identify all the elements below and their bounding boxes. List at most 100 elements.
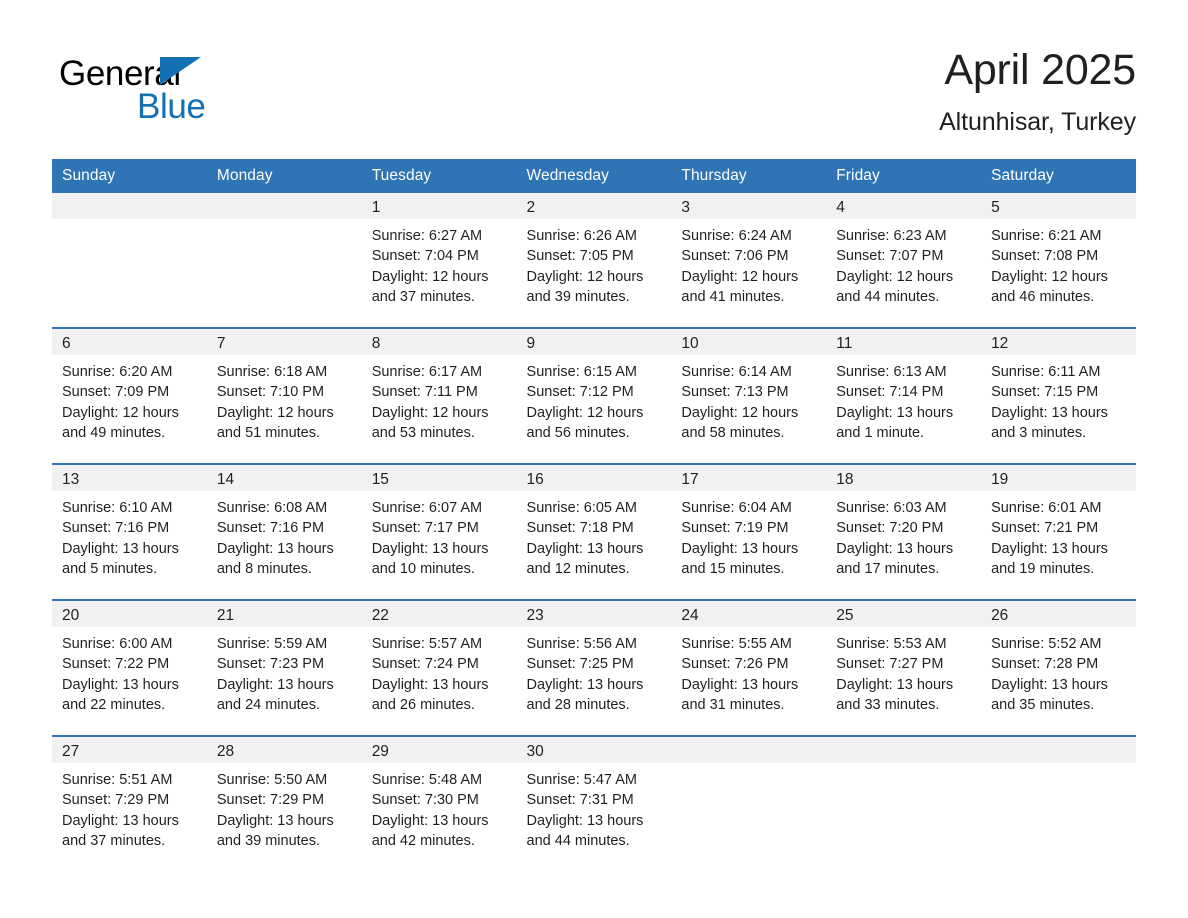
sunrise-text: Sunrise: 6:03 AM bbox=[836, 500, 947, 516]
day-cell[interactable]: 19 Sunrise: 6:01 AM Sunset: 7:21 PM Dayl… bbox=[981, 463, 1136, 600]
sunrise-text: Sunrise: 6:20 AM bbox=[62, 364, 173, 380]
sunrise-text: Sunrise: 6:01 AM bbox=[991, 500, 1102, 516]
day-number: 3 bbox=[671, 193, 827, 219]
day-cell[interactable]: 16 Sunrise: 6:05 AM Sunset: 7:18 PM Dayl… bbox=[516, 463, 672, 600]
sunset-text: Sunset: 7:12 PM bbox=[526, 384, 634, 401]
day-cell[interactable]: 8 Sunrise: 6:17 AM Sunset: 7:11 PM Dayli… bbox=[361, 327, 517, 464]
daylight-text-line2: and 17 minutes. bbox=[836, 560, 940, 577]
general-blue-logo[interactable]: General Blue bbox=[59, 56, 319, 136]
sunset-text: Sunset: 7:22 PM bbox=[62, 656, 170, 673]
day-details: Sunrise: 6:13 AM Sunset: 7:14 PM Dayligh… bbox=[826, 355, 981, 443]
sunset-text: Sunset: 7:18 PM bbox=[526, 520, 634, 537]
day-cell[interactable]: 2 Sunrise: 6:26 AM Sunset: 7:05 PM Dayli… bbox=[516, 193, 672, 328]
day-cell[interactable]: 17 Sunrise: 6:04 AM Sunset: 7:19 PM Dayl… bbox=[671, 463, 827, 600]
sunrise-text: Sunrise: 5:52 AM bbox=[991, 636, 1102, 652]
day-number: 4 bbox=[826, 193, 982, 219]
day-number bbox=[981, 737, 1136, 763]
page-title: April 2025 bbox=[944, 46, 1136, 94]
day-cell[interactable]: 22 Sunrise: 5:57 AM Sunset: 7:24 PM Dayl… bbox=[361, 599, 517, 736]
day-details: Sunrise: 6:17 AM Sunset: 7:11 PM Dayligh… bbox=[362, 355, 517, 443]
day-number: 11 bbox=[826, 329, 982, 355]
sunrise-text: Sunrise: 6:23 AM bbox=[836, 228, 947, 244]
day-cell[interactable]: 14 Sunrise: 6:08 AM Sunset: 7:16 PM Dayl… bbox=[206, 463, 362, 600]
daylight-text-line1: Daylight: 13 hours bbox=[62, 540, 179, 557]
daylight-text-line2: and 53 minutes. bbox=[371, 424, 475, 441]
day-number bbox=[52, 193, 207, 219]
sunrise-text: Sunrise: 6:17 AM bbox=[371, 364, 483, 380]
day-cell[interactable]: 10 Sunrise: 6:14 AM Sunset: 7:13 PM Dayl… bbox=[671, 327, 827, 464]
daylight-text-line2: and 39 minutes. bbox=[526, 288, 630, 305]
day-number: 10 bbox=[671, 329, 827, 355]
daylight-text-line2: and 10 minutes. bbox=[371, 560, 475, 577]
day-cell[interactable]: 23 Sunrise: 5:56 AM Sunset: 7:25 PM Dayl… bbox=[516, 599, 672, 736]
sunrise-text: Sunrise: 5:47 AM bbox=[526, 772, 637, 788]
day-number: 22 bbox=[361, 601, 517, 627]
day-number: 26 bbox=[981, 601, 1136, 627]
day-details: Sunrise: 6:11 AM Sunset: 7:15 PM Dayligh… bbox=[981, 355, 1136, 443]
daylight-text-line1: Daylight: 12 hours bbox=[216, 404, 334, 421]
day-details: Sunrise: 5:50 AM Sunset: 7:29 PM Dayligh… bbox=[207, 763, 362, 851]
day-cell[interactable]: 21 Sunrise: 5:59 AM Sunset: 7:23 PM Dayl… bbox=[206, 599, 362, 736]
daylight-text-line1: Daylight: 13 hours bbox=[681, 540, 799, 557]
sunrise-text: Sunrise: 6:26 AM bbox=[526, 228, 637, 244]
day-cell[interactable]: 5 Sunrise: 6:21 AM Sunset: 7:08 PM Dayli… bbox=[981, 193, 1136, 328]
day-cell[interactable]: 4 Sunrise: 6:23 AM Sunset: 7:07 PM Dayli… bbox=[826, 193, 982, 328]
day-cell[interactable]: 15 Sunrise: 6:07 AM Sunset: 7:17 PM Dayl… bbox=[361, 463, 517, 600]
day-cell[interactable]: 20 Sunrise: 6:00 AM Sunset: 7:22 PM Dayl… bbox=[52, 599, 207, 736]
sunrise-text: Sunrise: 6:24 AM bbox=[681, 228, 792, 244]
day-cell[interactable]: 9 Sunrise: 6:15 AM Sunset: 7:12 PM Dayli… bbox=[516, 327, 672, 464]
daylight-text-line1: Daylight: 13 hours bbox=[526, 676, 644, 693]
daylight-text-line2: and 22 minutes. bbox=[62, 696, 166, 713]
day-cell[interactable]: 18 Sunrise: 6:03 AM Sunset: 7:20 PM Dayl… bbox=[826, 463, 982, 600]
weekday-header-friday: Friday bbox=[826, 159, 982, 193]
day-cell[interactable]: 27 Sunrise: 5:51 AM Sunset: 7:29 PM Dayl… bbox=[52, 735, 207, 871]
day-cell[interactable]: 28 Sunrise: 5:50 AM Sunset: 7:29 PM Dayl… bbox=[206, 735, 362, 871]
day-details: Sunrise: 6:10 AM Sunset: 7:16 PM Dayligh… bbox=[52, 491, 207, 579]
day-cell[interactable]: 29 Sunrise: 5:48 AM Sunset: 7:30 PM Dayl… bbox=[361, 735, 517, 871]
day-cell[interactable]: 3 Sunrise: 6:24 AM Sunset: 7:06 PM Dayli… bbox=[671, 193, 827, 328]
sunrise-text: Sunrise: 5:48 AM bbox=[371, 772, 483, 788]
day-cell bbox=[52, 193, 207, 328]
day-details bbox=[826, 763, 981, 770]
daylight-text-line2: and 35 minutes. bbox=[991, 696, 1095, 713]
calendar-week-row: 6 Sunrise: 6:20 AM Sunset: 7:09 PM Dayli… bbox=[52, 327, 1136, 464]
day-number: 1 bbox=[361, 193, 517, 219]
day-cell[interactable]: 24 Sunrise: 5:55 AM Sunset: 7:26 PM Dayl… bbox=[671, 599, 827, 736]
daylight-text-line1: Daylight: 13 hours bbox=[836, 540, 954, 557]
day-cell[interactable]: 12 Sunrise: 6:11 AM Sunset: 7:15 PM Dayl… bbox=[981, 327, 1136, 464]
day-details: Sunrise: 6:27 AM Sunset: 7:04 PM Dayligh… bbox=[362, 219, 517, 307]
sunset-text: Sunset: 7:16 PM bbox=[216, 520, 325, 537]
calendar-week-row: 27 Sunrise: 5:51 AM Sunset: 7:29 PM Dayl… bbox=[52, 735, 1136, 871]
day-number: 29 bbox=[361, 737, 517, 763]
day-cell[interactable]: 26 Sunrise: 5:52 AM Sunset: 7:28 PM Dayl… bbox=[981, 599, 1136, 736]
day-number: 24 bbox=[671, 601, 827, 627]
sunrise-text: Sunrise: 6:08 AM bbox=[216, 500, 328, 516]
daylight-text-line2: and 42 minutes. bbox=[371, 832, 475, 849]
day-details: Sunrise: 6:07 AM Sunset: 7:17 PM Dayligh… bbox=[362, 491, 517, 579]
day-cell[interactable]: 30 Sunrise: 5:47 AM Sunset: 7:31 PM Dayl… bbox=[516, 735, 672, 871]
daylight-text-line1: Daylight: 13 hours bbox=[991, 404, 1108, 421]
day-cell[interactable]: 1 Sunrise: 6:27 AM Sunset: 7:04 PM Dayli… bbox=[361, 193, 517, 328]
daylight-text-line1: Daylight: 12 hours bbox=[371, 404, 489, 421]
sunrise-text: Sunrise: 6:13 AM bbox=[836, 364, 947, 380]
sunset-text: Sunset: 7:13 PM bbox=[681, 384, 789, 401]
day-cell[interactable]: 6 Sunrise: 6:20 AM Sunset: 7:09 PM Dayli… bbox=[52, 327, 207, 464]
daylight-text-line2: and 5 minutes. bbox=[62, 560, 158, 577]
daylight-text-line1: Daylight: 13 hours bbox=[371, 540, 489, 557]
sunset-text: Sunset: 7:17 PM bbox=[371, 520, 479, 537]
sunset-text: Sunset: 7:08 PM bbox=[991, 248, 1099, 265]
day-cell[interactable]: 7 Sunrise: 6:18 AM Sunset: 7:10 PM Dayli… bbox=[206, 327, 362, 464]
daylight-text-line1: Daylight: 13 hours bbox=[836, 676, 954, 693]
day-details: Sunrise: 5:55 AM Sunset: 7:26 PM Dayligh… bbox=[671, 627, 826, 715]
day-cell[interactable]: 13 Sunrise: 6:10 AM Sunset: 7:16 PM Dayl… bbox=[52, 463, 207, 600]
day-number: 20 bbox=[52, 601, 207, 627]
day-number: 7 bbox=[206, 329, 362, 355]
sunset-text: Sunset: 7:26 PM bbox=[681, 656, 789, 673]
daylight-text-line1: Daylight: 12 hours bbox=[681, 268, 799, 285]
sunrise-text: Sunrise: 6:07 AM bbox=[371, 500, 483, 516]
day-cell[interactable]: 11 Sunrise: 6:13 AM Sunset: 7:14 PM Dayl… bbox=[826, 327, 982, 464]
day-details: Sunrise: 5:57 AM Sunset: 7:24 PM Dayligh… bbox=[362, 627, 517, 715]
day-cell[interactable]: 25 Sunrise: 5:53 AM Sunset: 7:27 PM Dayl… bbox=[826, 599, 982, 736]
daylight-text-line2: and 44 minutes. bbox=[526, 832, 630, 849]
daylight-text-line1: Daylight: 13 hours bbox=[371, 676, 489, 693]
